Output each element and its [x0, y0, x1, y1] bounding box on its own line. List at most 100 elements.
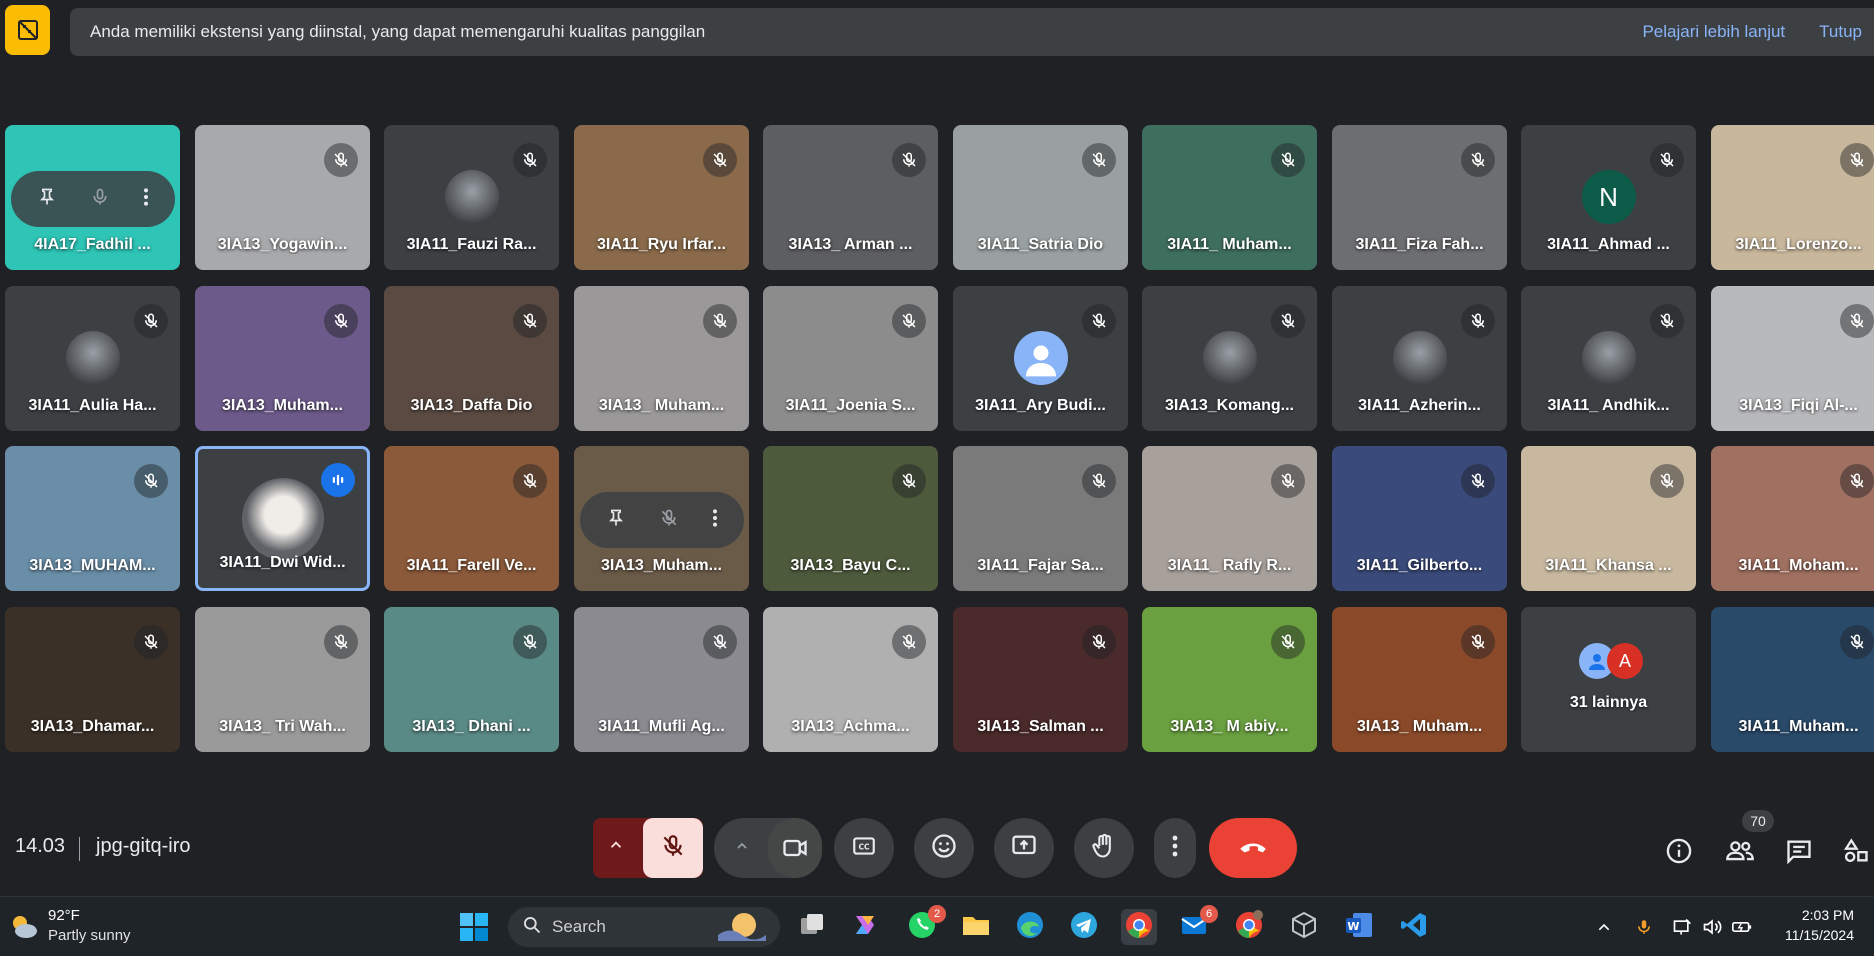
participant-tile[interactable]: 3IA11_Khansa ...	[1521, 446, 1696, 591]
participant-tile[interactable]: 3IA11_Fajar Sa...	[953, 446, 1128, 591]
participant-tile[interactable]: 3IA13_Muham...	[195, 286, 370, 431]
participant-tile[interactable]: 3IA13_Bayu C...	[763, 446, 938, 591]
raise-hand-button[interactable]	[1074, 818, 1134, 878]
participant-tile[interactable]: 3IA11_Moham...	[1711, 446, 1874, 591]
participant-tile[interactable]: 3IA13_Achma...	[763, 607, 938, 752]
microphone-icon[interactable]	[1632, 915, 1656, 939]
app-cube-button[interactable]	[1286, 909, 1322, 945]
more-vert-icon[interactable]	[712, 508, 718, 533]
clock-time[interactable]: 2:03 PM	[1782, 907, 1854, 923]
chrome-button[interactable]	[1121, 909, 1157, 945]
participant-tile[interactable]: 3IA13_Komang...	[1142, 286, 1317, 431]
chat-button[interactable]	[1781, 835, 1817, 871]
camera-group[interactable]	[714, 818, 822, 878]
taskbar-search[interactable]: Search	[508, 907, 780, 947]
present-screen-button[interactable]	[994, 818, 1054, 878]
weather-description: Partly sunny	[48, 927, 131, 944]
mic-off-icon	[324, 143, 358, 177]
people-button[interactable]	[1722, 835, 1758, 871]
participant-name: 3IA13_ Arman ...	[788, 236, 913, 253]
mic-off-icon	[703, 143, 737, 177]
participant-tile[interactable]: 3IA13_MUHAM...	[5, 446, 180, 591]
leave-call-button[interactable]	[1209, 818, 1297, 878]
chevron-up-icon[interactable]	[1592, 915, 1616, 939]
clock-date[interactable]: 11/15/2024	[1770, 927, 1854, 943]
participant-name: 3IA11_ Rafly R...	[1167, 557, 1292, 574]
participant-tile[interactable]: 3IA13_Fiqi Al-...	[1711, 286, 1874, 431]
participant-tile[interactable]: 3IA11_Mufli Ag...	[574, 607, 749, 752]
participant-tile[interactable]: 3IA11_ Andhik...	[1521, 286, 1696, 431]
participant-tile[interactable]: 3IA11_Lorenzo...	[1711, 125, 1874, 270]
participant-tile[interactable]: 3IA11_Farell Ve...	[384, 446, 559, 591]
edge-button[interactable]	[1012, 909, 1048, 945]
participant-tile[interactable]: 4IA17_Fadhil ...	[5, 125, 180, 270]
participant-name: 3IA13_ Muham...	[1356, 718, 1483, 735]
mic-toggle-button[interactable]	[643, 818, 703, 878]
participant-tile[interactable]: 3IA13_ Muham...	[574, 286, 749, 431]
learn-more-link[interactable]: Pelajari lebih lanjut	[1642, 22, 1785, 42]
word-button[interactable]: W	[1341, 909, 1377, 945]
participant-tile[interactable]: 3IA11_Satria Dio	[953, 125, 1128, 270]
copilot-button[interactable]	[847, 909, 883, 945]
captions-icon: CC	[851, 833, 877, 864]
activities-button[interactable]	[1838, 835, 1874, 871]
file-explorer-button[interactable]	[958, 909, 994, 945]
pin-icon[interactable]	[606, 508, 626, 533]
mute-participant-icon[interactable]	[90, 187, 110, 212]
mic-off-icon	[892, 304, 926, 338]
participant-avatar	[444, 170, 499, 224]
start-button[interactable]	[456, 909, 492, 945]
participant-tile[interactable]: 3IA13_ Muham...	[1332, 607, 1507, 752]
vscode-button[interactable]	[1396, 909, 1432, 945]
mail-button[interactable]: 6	[1176, 905, 1218, 945]
chrome-profile-button[interactable]	[1231, 909, 1267, 945]
participant-tile[interactable]: 3IA11_Ryu Irfar...	[574, 125, 749, 270]
mic-off-icon	[513, 464, 547, 498]
whatsapp-button[interactable]: 2	[904, 905, 946, 945]
participant-tile[interactable]: 3IA13_ M abiy...	[1142, 607, 1317, 752]
participant-tile[interactable]: 3IA11_Aulia Ha...	[5, 286, 180, 431]
participant-tile[interactable]: 3IA11_Fauzi Ra...	[384, 125, 559, 270]
activities-icon	[1842, 837, 1870, 870]
more-options-button[interactable]	[1154, 818, 1196, 878]
captions-button[interactable]: CC	[834, 818, 894, 878]
telegram-button[interactable]	[1066, 909, 1102, 945]
more-participants-tile[interactable]: A 31 lainnya	[1521, 607, 1696, 752]
weather-widget[interactable]	[8, 911, 40, 943]
network-icon[interactable]	[1670, 915, 1694, 939]
participant-avatar	[65, 331, 120, 385]
participant-tile[interactable]: 3IA13_ Dhani ...	[384, 607, 559, 752]
participant-tile[interactable]: 3IA11_ Rafly R...	[1142, 446, 1317, 591]
close-banner-button[interactable]: Tutup	[1819, 22, 1862, 42]
participant-tile[interactable]: 3IA11_Dwi Wid...	[195, 446, 370, 591]
participant-tile[interactable]: 3IA13_Yogawin...	[195, 125, 370, 270]
mic-off-icon	[1082, 304, 1116, 338]
participant-tile[interactable]: 3IA13_Dhamar...	[5, 607, 180, 752]
weather-temperature: 92°F	[48, 907, 80, 924]
participant-tile[interactable]: 3IA11_Muham...	[1711, 607, 1874, 752]
participant-tile[interactable]: 3IA13_ Tri Wah...	[195, 607, 370, 752]
participant-tile[interactable]: 3IA11_Azherin...	[1332, 286, 1507, 431]
mute-participant-icon[interactable]	[659, 508, 679, 533]
participant-tile[interactable]: 3IA11_Gilberto...	[1332, 446, 1507, 591]
participant-tile[interactable]: 3IA11_Fiza Fah...	[1332, 125, 1507, 270]
more-vert-icon	[1172, 834, 1178, 863]
participant-tile[interactable]: 3IA13_ Arman ...	[763, 125, 938, 270]
task-view-button[interactable]	[794, 909, 830, 945]
meeting-details-button[interactable]	[1661, 835, 1697, 871]
pin-icon[interactable]	[37, 187, 57, 212]
participant-tile[interactable]: 3IA11_Ary Budi...	[953, 286, 1128, 431]
more-vert-icon[interactable]	[143, 187, 149, 212]
participant-tile[interactable]: 3IA13_Muham...	[574, 446, 749, 591]
battery-icon[interactable]	[1730, 915, 1754, 939]
word-icon: W	[1344, 910, 1374, 945]
participant-name: 3IA13_ Tri Wah...	[219, 718, 346, 735]
camera-icon[interactable]	[768, 818, 822, 878]
participant-tile[interactable]: 3IA13_Daffa Dio	[384, 286, 559, 431]
participant-tile[interactable]: 3IA11_Joenia S...	[763, 286, 938, 431]
reactions-button[interactable]	[914, 818, 974, 878]
volume-icon[interactable]	[1700, 915, 1724, 939]
participant-tile[interactable]: N 3IA11_Ahmad ...	[1521, 125, 1696, 270]
participant-tile[interactable]: 3IA11_ Muham...	[1142, 125, 1317, 270]
participant-tile[interactable]: 3IA13_Salman ...	[953, 607, 1128, 752]
